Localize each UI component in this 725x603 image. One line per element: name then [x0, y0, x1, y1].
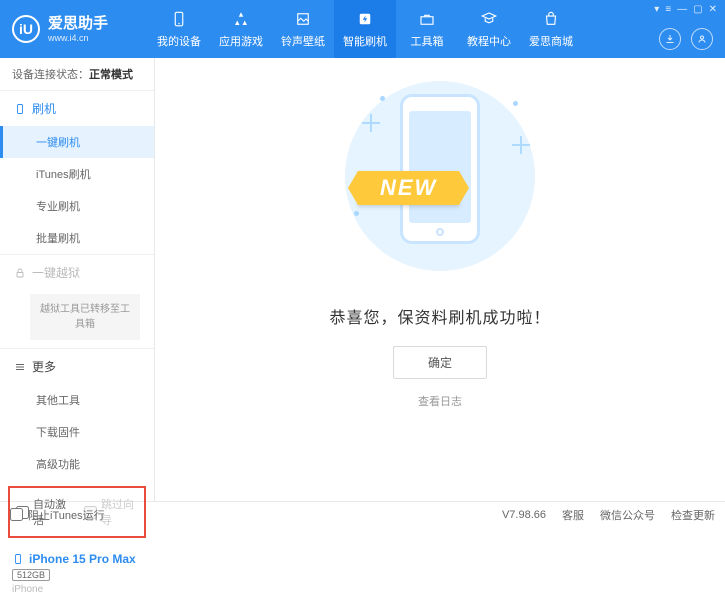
tab-smart-flash[interactable]: 智能刷机 [334, 0, 396, 58]
footer-link-update[interactable]: 检查更新 [671, 507, 715, 523]
section-flash[interactable]: 刷机 [0, 91, 154, 126]
toolbox-icon [417, 9, 437, 29]
sidebar-item-advanced[interactable]: 高级功能 [0, 448, 154, 480]
sidebar-item-oneclick-flash[interactable]: 一键刷机 [0, 126, 154, 158]
sidebar-item-batch-flash[interactable]: 批量刷机 [0, 222, 154, 254]
ok-button[interactable]: 确定 [393, 346, 487, 379]
app-title: 爱思助手 [48, 15, 108, 33]
maximize-icon[interactable]: ▢ [693, 4, 702, 15]
tab-my-device[interactable]: 我的设备 [148, 0, 210, 58]
main-content: NEW 恭喜您，保资料刷机成功啦！ 确定 查看日志 [155, 58, 725, 501]
tab-apps[interactable]: 应用游戏 [210, 0, 272, 58]
app-icon [231, 9, 251, 29]
tutorial-icon [479, 9, 499, 29]
device-type: iPhone [12, 584, 142, 595]
logo-icon: iU [12, 15, 40, 43]
footer-link-wechat[interactable]: 微信公众号 [600, 507, 655, 523]
section-jailbreak[interactable]: 一键越狱 [0, 255, 154, 290]
connection-status: 设备连接状态：正常模式 [0, 58, 154, 91]
app-header: iU 爱思助手 www.i4.cn 我的设备 应用游戏 铃声壁纸 智能刷机 工具… [0, 0, 725, 58]
sidebar-item-other-tools[interactable]: 其他工具 [0, 384, 154, 416]
wallpaper-icon [293, 9, 313, 29]
close-icon[interactable]: ✕ [709, 4, 717, 15]
storage-badge: 512GB [12, 569, 50, 581]
flash-icon [355, 9, 375, 29]
nav-tabs: 我的设备 应用游戏 铃声壁纸 智能刷机 工具箱 教程中心 爱思商城 [148, 0, 582, 58]
phone-icon [169, 9, 189, 29]
tab-ringtones[interactable]: 铃声壁纸 [272, 0, 334, 58]
view-log-link[interactable]: 查看日志 [418, 393, 462, 409]
device-info[interactable]: iPhone 15 Pro Max 512GB iPhone [0, 544, 154, 603]
tab-toolbox[interactable]: 工具箱 [396, 0, 458, 58]
success-message: 恭喜您，保资料刷机成功啦！ [329, 304, 550, 328]
sidebar-item-itunes-flash[interactable]: iTunes刷机 [0, 158, 154, 190]
checkbox-block-itunes[interactable]: 阻止iTunes运行 [10, 507, 105, 523]
logo-area: iU 爱思助手 www.i4.cn [0, 15, 148, 44]
version-label: V7.98.66 [502, 509, 546, 521]
more-icon [14, 361, 26, 373]
app-url: www.i4.cn [48, 33, 108, 44]
lock-icon [14, 267, 26, 279]
new-ribbon: NEW [358, 171, 459, 205]
sidebar-item-pro-flash[interactable]: 专业刷机 [0, 190, 154, 222]
download-button[interactable] [659, 28, 681, 50]
footer-link-support[interactable]: 客服 [562, 507, 584, 523]
tab-tutorials[interactable]: 教程中心 [458, 0, 520, 58]
window-controls: ▾ ≡ — ▢ ✕ [654, 4, 717, 15]
flash-section-icon [14, 103, 26, 115]
store-icon [541, 9, 561, 29]
section-more[interactable]: 更多 [0, 349, 154, 384]
device-phone-icon [12, 553, 24, 565]
dropdown-icon[interactable]: ▾ [654, 4, 659, 15]
tab-store[interactable]: 爱思商城 [520, 0, 582, 58]
minimize-icon[interactable]: — [677, 4, 687, 15]
sidebar: 设备连接状态：正常模式 刷机 一键刷机 iTunes刷机 专业刷机 批量刷机 一… [0, 58, 155, 501]
menu-icon[interactable]: ≡ [665, 4, 671, 15]
success-illustration: NEW [340, 76, 540, 276]
sidebar-item-download-firmware[interactable]: 下载固件 [0, 416, 154, 448]
user-button[interactable] [691, 28, 713, 50]
jailbreak-note: 越狱工具已转移至工具箱 [30, 294, 140, 340]
